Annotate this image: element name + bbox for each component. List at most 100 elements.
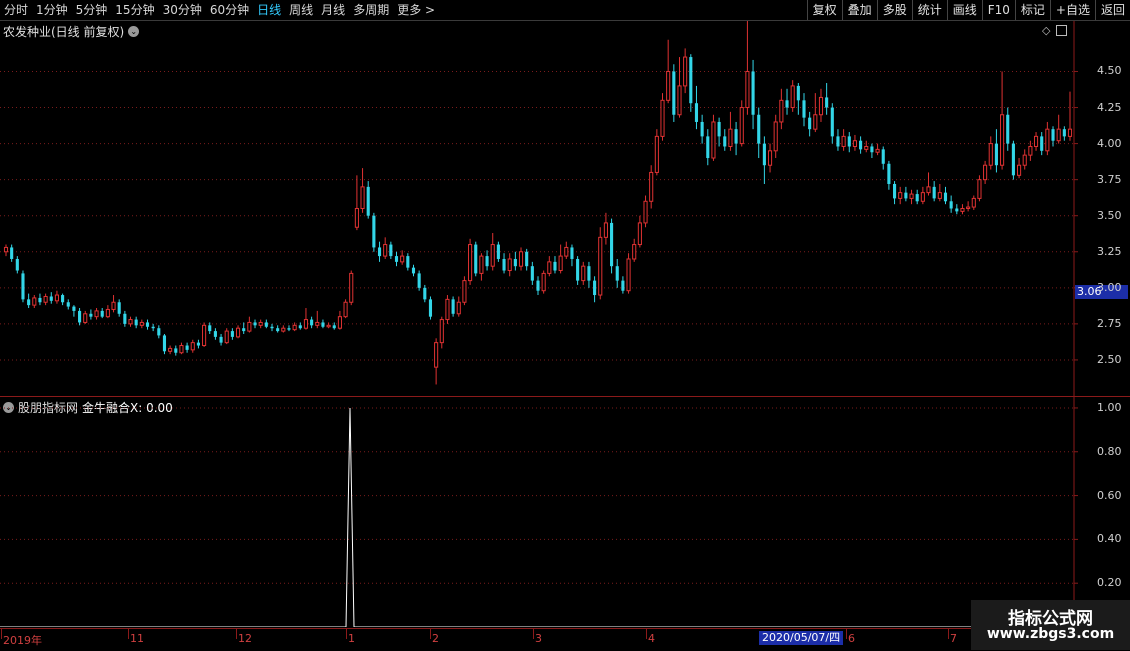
period-tab-5[interactable]: 60分钟 xyxy=(206,0,253,20)
toolbar-button-0[interactable]: 复权 xyxy=(806,0,842,20)
candle-body xyxy=(292,324,297,331)
candle-body xyxy=(434,342,439,368)
candle xyxy=(576,256,580,285)
candle-body xyxy=(400,255,405,263)
toolbar-button-2[interactable]: 多股 xyxy=(876,0,912,20)
time-tick xyxy=(1,629,2,639)
candle-body xyxy=(949,201,953,209)
candle xyxy=(553,256,557,274)
candle-body xyxy=(610,222,614,267)
candle-body xyxy=(887,163,891,184)
candle xyxy=(1011,140,1015,180)
candle-body xyxy=(78,310,82,323)
toolbar-button-6[interactable]: 标记 xyxy=(1014,0,1050,20)
candle xyxy=(825,83,829,115)
time-label: 2019年 xyxy=(3,634,42,647)
candle-body xyxy=(598,236,603,296)
candle xyxy=(1040,132,1044,156)
candle-body xyxy=(587,266,591,281)
candle-body xyxy=(513,258,517,267)
candle-body xyxy=(213,331,217,337)
candle xyxy=(1067,91,1073,141)
candle-body xyxy=(955,208,959,212)
candle xyxy=(988,136,993,170)
period-tab-3[interactable]: 15分钟 xyxy=(111,0,158,20)
candle xyxy=(1045,121,1050,156)
candle xyxy=(417,270,421,291)
candle xyxy=(632,238,637,262)
candle-body xyxy=(852,140,857,147)
period-tab-6[interactable]: 日线 xyxy=(253,0,285,20)
candle xyxy=(490,233,495,271)
candle-body xyxy=(683,56,688,87)
candle xyxy=(89,309,93,320)
period-tab-1[interactable]: 1分钟 xyxy=(32,0,72,20)
candle xyxy=(762,136,766,184)
candle xyxy=(253,319,257,329)
candle-body xyxy=(83,313,88,323)
candle-body xyxy=(825,97,829,108)
candle xyxy=(949,195,953,213)
candle-body xyxy=(111,301,116,310)
candle xyxy=(610,218,614,274)
candle xyxy=(808,111,812,137)
candle-body xyxy=(66,302,70,307)
candle xyxy=(643,195,648,228)
candle-body xyxy=(479,255,484,274)
candle xyxy=(615,258,619,288)
toolbar-button-7[interactable]: +自选 xyxy=(1049,0,1095,20)
candle xyxy=(1022,149,1027,170)
time-tick xyxy=(846,629,847,639)
period-tab-10[interactable]: 更多 > xyxy=(393,0,439,20)
candle-body xyxy=(27,299,31,306)
candle xyxy=(3,244,9,257)
candle xyxy=(1017,158,1022,179)
candle-body xyxy=(937,192,942,199)
toolbar-button-4[interactable]: 画线 xyxy=(946,0,982,20)
period-tab-2[interactable]: 5分钟 xyxy=(72,0,112,20)
candle xyxy=(1056,114,1061,144)
candle-body xyxy=(779,99,784,123)
candle xyxy=(496,241,500,262)
candle xyxy=(434,338,439,385)
period-tab-8[interactable]: 月线 xyxy=(317,0,349,20)
period-tab-4[interactable]: 30分钟 xyxy=(159,0,206,20)
candle-body xyxy=(966,206,971,210)
candle xyxy=(649,165,654,209)
candle xyxy=(190,339,195,353)
time-label: 4 xyxy=(648,632,655,645)
candle xyxy=(971,195,976,210)
candle-body xyxy=(983,164,988,181)
candle xyxy=(247,316,252,333)
toolbar-button-3[interactable]: 统计 xyxy=(911,0,947,20)
candle-body xyxy=(773,121,778,152)
price-chart-panel: 农发种业(日线 前复权) ⌄ ◇ 3.06 4.50 4.25 4.00 3.75 3.… xyxy=(0,21,1130,396)
candle xyxy=(852,134,857,151)
toolbar-button-8[interactable]: 返回 xyxy=(1094,0,1130,20)
candle-body xyxy=(541,272,546,292)
indicator-axis-label: 0.60 xyxy=(1097,488,1122,502)
period-tab-7[interactable]: 周线 xyxy=(285,0,317,20)
toolbar-button-5[interactable]: F10 xyxy=(981,0,1015,20)
candle xyxy=(870,143,874,159)
candle-body xyxy=(672,71,676,115)
candle-body xyxy=(870,146,874,153)
period-tab-0[interactable]: 分时 xyxy=(0,0,32,20)
candle-body xyxy=(971,197,976,208)
candle xyxy=(689,54,693,112)
candle-body xyxy=(332,325,336,329)
candle xyxy=(230,328,234,340)
candle xyxy=(525,248,529,271)
period-tab-9[interactable]: 多周期 xyxy=(349,0,393,20)
candle-body xyxy=(836,136,840,147)
candle xyxy=(723,129,727,151)
candle-body xyxy=(734,129,738,144)
toolbar-button-1[interactable]: 叠加 xyxy=(841,0,877,20)
candle-body xyxy=(830,107,834,137)
candle-body xyxy=(219,336,223,343)
candle-body xyxy=(926,186,931,194)
candle xyxy=(802,93,806,127)
candle-body xyxy=(558,255,563,272)
candle xyxy=(224,328,229,345)
candle xyxy=(706,129,710,166)
